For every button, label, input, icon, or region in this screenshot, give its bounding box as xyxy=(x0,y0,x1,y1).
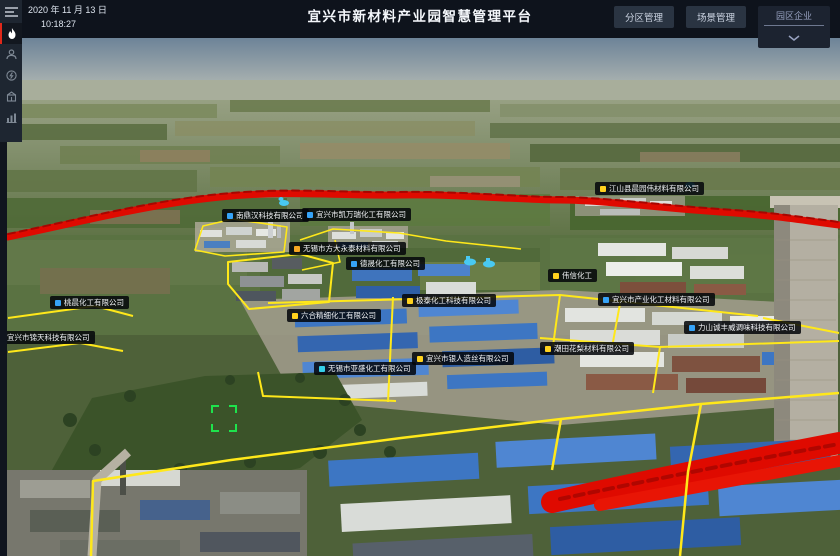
dropdown-divider xyxy=(764,25,824,26)
enterprise-label[interactable]: 宜兴市产业化工材料有限公司 xyxy=(598,293,715,306)
enterprise-marker-icon xyxy=(600,186,606,192)
map-3d-view[interactable]: 南鼎汉科技有限公司 宜兴市凯万瑞化工有限公司 无锡市方大永泰材料有限公司 德晟化… xyxy=(7,38,840,556)
enterprise-label[interactable]: 江山县晨园伟材料有限公司 xyxy=(595,182,704,195)
user-icon xyxy=(6,49,17,60)
enterprise-label[interactable]: 桃晨化工有限公司 xyxy=(50,296,129,309)
enterprise-label-text: 德晟化工有限公司 xyxy=(360,257,420,270)
enterprise-label-text: 南鼎汉科技有限公司 xyxy=(236,209,304,222)
enterprise-marker-icon xyxy=(603,297,609,303)
dropdown-label: 园区企业 xyxy=(758,9,830,22)
enterprise-marker-icon xyxy=(407,298,413,304)
sidebar-item-fire[interactable] xyxy=(0,23,22,44)
enterprise-marker-icon xyxy=(319,366,325,372)
power-icon xyxy=(6,70,17,81)
park-enterprise-dropdown[interactable]: 园区企业 xyxy=(758,6,830,48)
enterprise-marker-icon xyxy=(227,213,233,219)
enterprise-label-text: 极泰化工科技有限公司 xyxy=(416,294,491,307)
sidebar-item-statistics[interactable] xyxy=(0,107,22,128)
zone-manage-button[interactable]: 分区管理 xyxy=(614,6,674,28)
bar-chart-icon xyxy=(6,112,17,123)
chevron-down-icon xyxy=(788,35,800,41)
enterprise-label-text: 宜兴市银人造丝有限公司 xyxy=(426,352,509,365)
scene-manage-button[interactable]: 场景管理 xyxy=(686,6,746,28)
enterprise-marker-icon xyxy=(417,356,423,362)
enterprise-marker-icon xyxy=(55,300,61,306)
enterprise-label[interactable]: 六合精细化工有限公司 xyxy=(287,309,381,322)
enterprise-label-text: 桃晨化工有限公司 xyxy=(64,296,124,309)
menu-icon[interactable] xyxy=(0,0,22,23)
selection-brackets xyxy=(211,405,237,432)
sidebar-item-personnel[interactable] xyxy=(0,44,22,65)
enterprise-marker-icon xyxy=(294,246,300,252)
enterprise-label[interactable]: 宜兴市银人造丝有限公司 xyxy=(412,352,514,365)
top-header: 2020 年 11 月 13 日 10:18:27 宜兴市新材料产业园智慧管理平… xyxy=(0,0,840,38)
enterprise-marker-icon xyxy=(351,261,357,267)
enterprise-label-text: 六合精细化工有限公司 xyxy=(301,309,376,322)
sidebar xyxy=(0,0,22,142)
enterprise-label[interactable]: 力山诚丰威调味科技有限公司 xyxy=(684,321,801,334)
enterprise-label-text: 力山诚丰威调味科技有限公司 xyxy=(698,321,796,334)
enterprise-label-text: 宜兴市锦天科技有限公司 xyxy=(7,331,90,344)
factory-icon xyxy=(6,91,17,102)
enterprise-marker-icon xyxy=(307,212,313,218)
enterprise-marker-icon xyxy=(292,313,298,319)
enterprise-marker-icon xyxy=(689,325,695,331)
enterprise-label-text: 江山县晨园伟材料有限公司 xyxy=(609,182,699,195)
enterprise-label[interactable]: 无锡市亚盛化工有限公司 xyxy=(314,362,416,375)
enterprise-label[interactable]: 潮田花梨材料有限公司 xyxy=(540,342,634,355)
enterprise-label-text: 宜兴市产业化工材料有限公司 xyxy=(612,293,710,306)
enterprise-marker-icon xyxy=(553,273,559,279)
enterprise-label[interactable]: 德晟化工有限公司 xyxy=(346,257,425,270)
enterprise-label[interactable]: 南鼎汉科技有限公司 xyxy=(222,209,309,222)
enterprise-label-text: 潮田花梨材料有限公司 xyxy=(554,342,629,355)
sidebar-item-enterprise[interactable] xyxy=(0,86,22,107)
app-root: 南鼎汉科技有限公司 宜兴市凯万瑞化工有限公司 无锡市方大永泰材料有限公司 德晟化… xyxy=(0,0,840,556)
enterprise-label-text: 宜兴市凯万瑞化工有限公司 xyxy=(316,208,406,221)
sidebar-item-energy[interactable] xyxy=(0,65,22,86)
enterprise-label[interactable]: 无锡市方大永泰材料有限公司 xyxy=(289,242,406,255)
enterprise-label-text: 无锡市方大永泰材料有限公司 xyxy=(303,242,401,255)
enterprise-label-text: 伟信化工 xyxy=(562,269,592,282)
enterprise-label[interactable]: 宜兴市锦天科技有限公司 xyxy=(7,331,95,344)
enterprise-marker-icon xyxy=(545,346,551,352)
enterprise-label[interactable]: 极泰化工科技有限公司 xyxy=(402,294,496,307)
enterprise-label[interactable]: 宜兴市凯万瑞化工有限公司 xyxy=(302,208,411,221)
flame-icon xyxy=(7,28,17,40)
enterprise-label[interactable]: 伟信化工 xyxy=(548,269,597,282)
enterprise-label-text: 无锡市亚盛化工有限公司 xyxy=(328,362,411,375)
